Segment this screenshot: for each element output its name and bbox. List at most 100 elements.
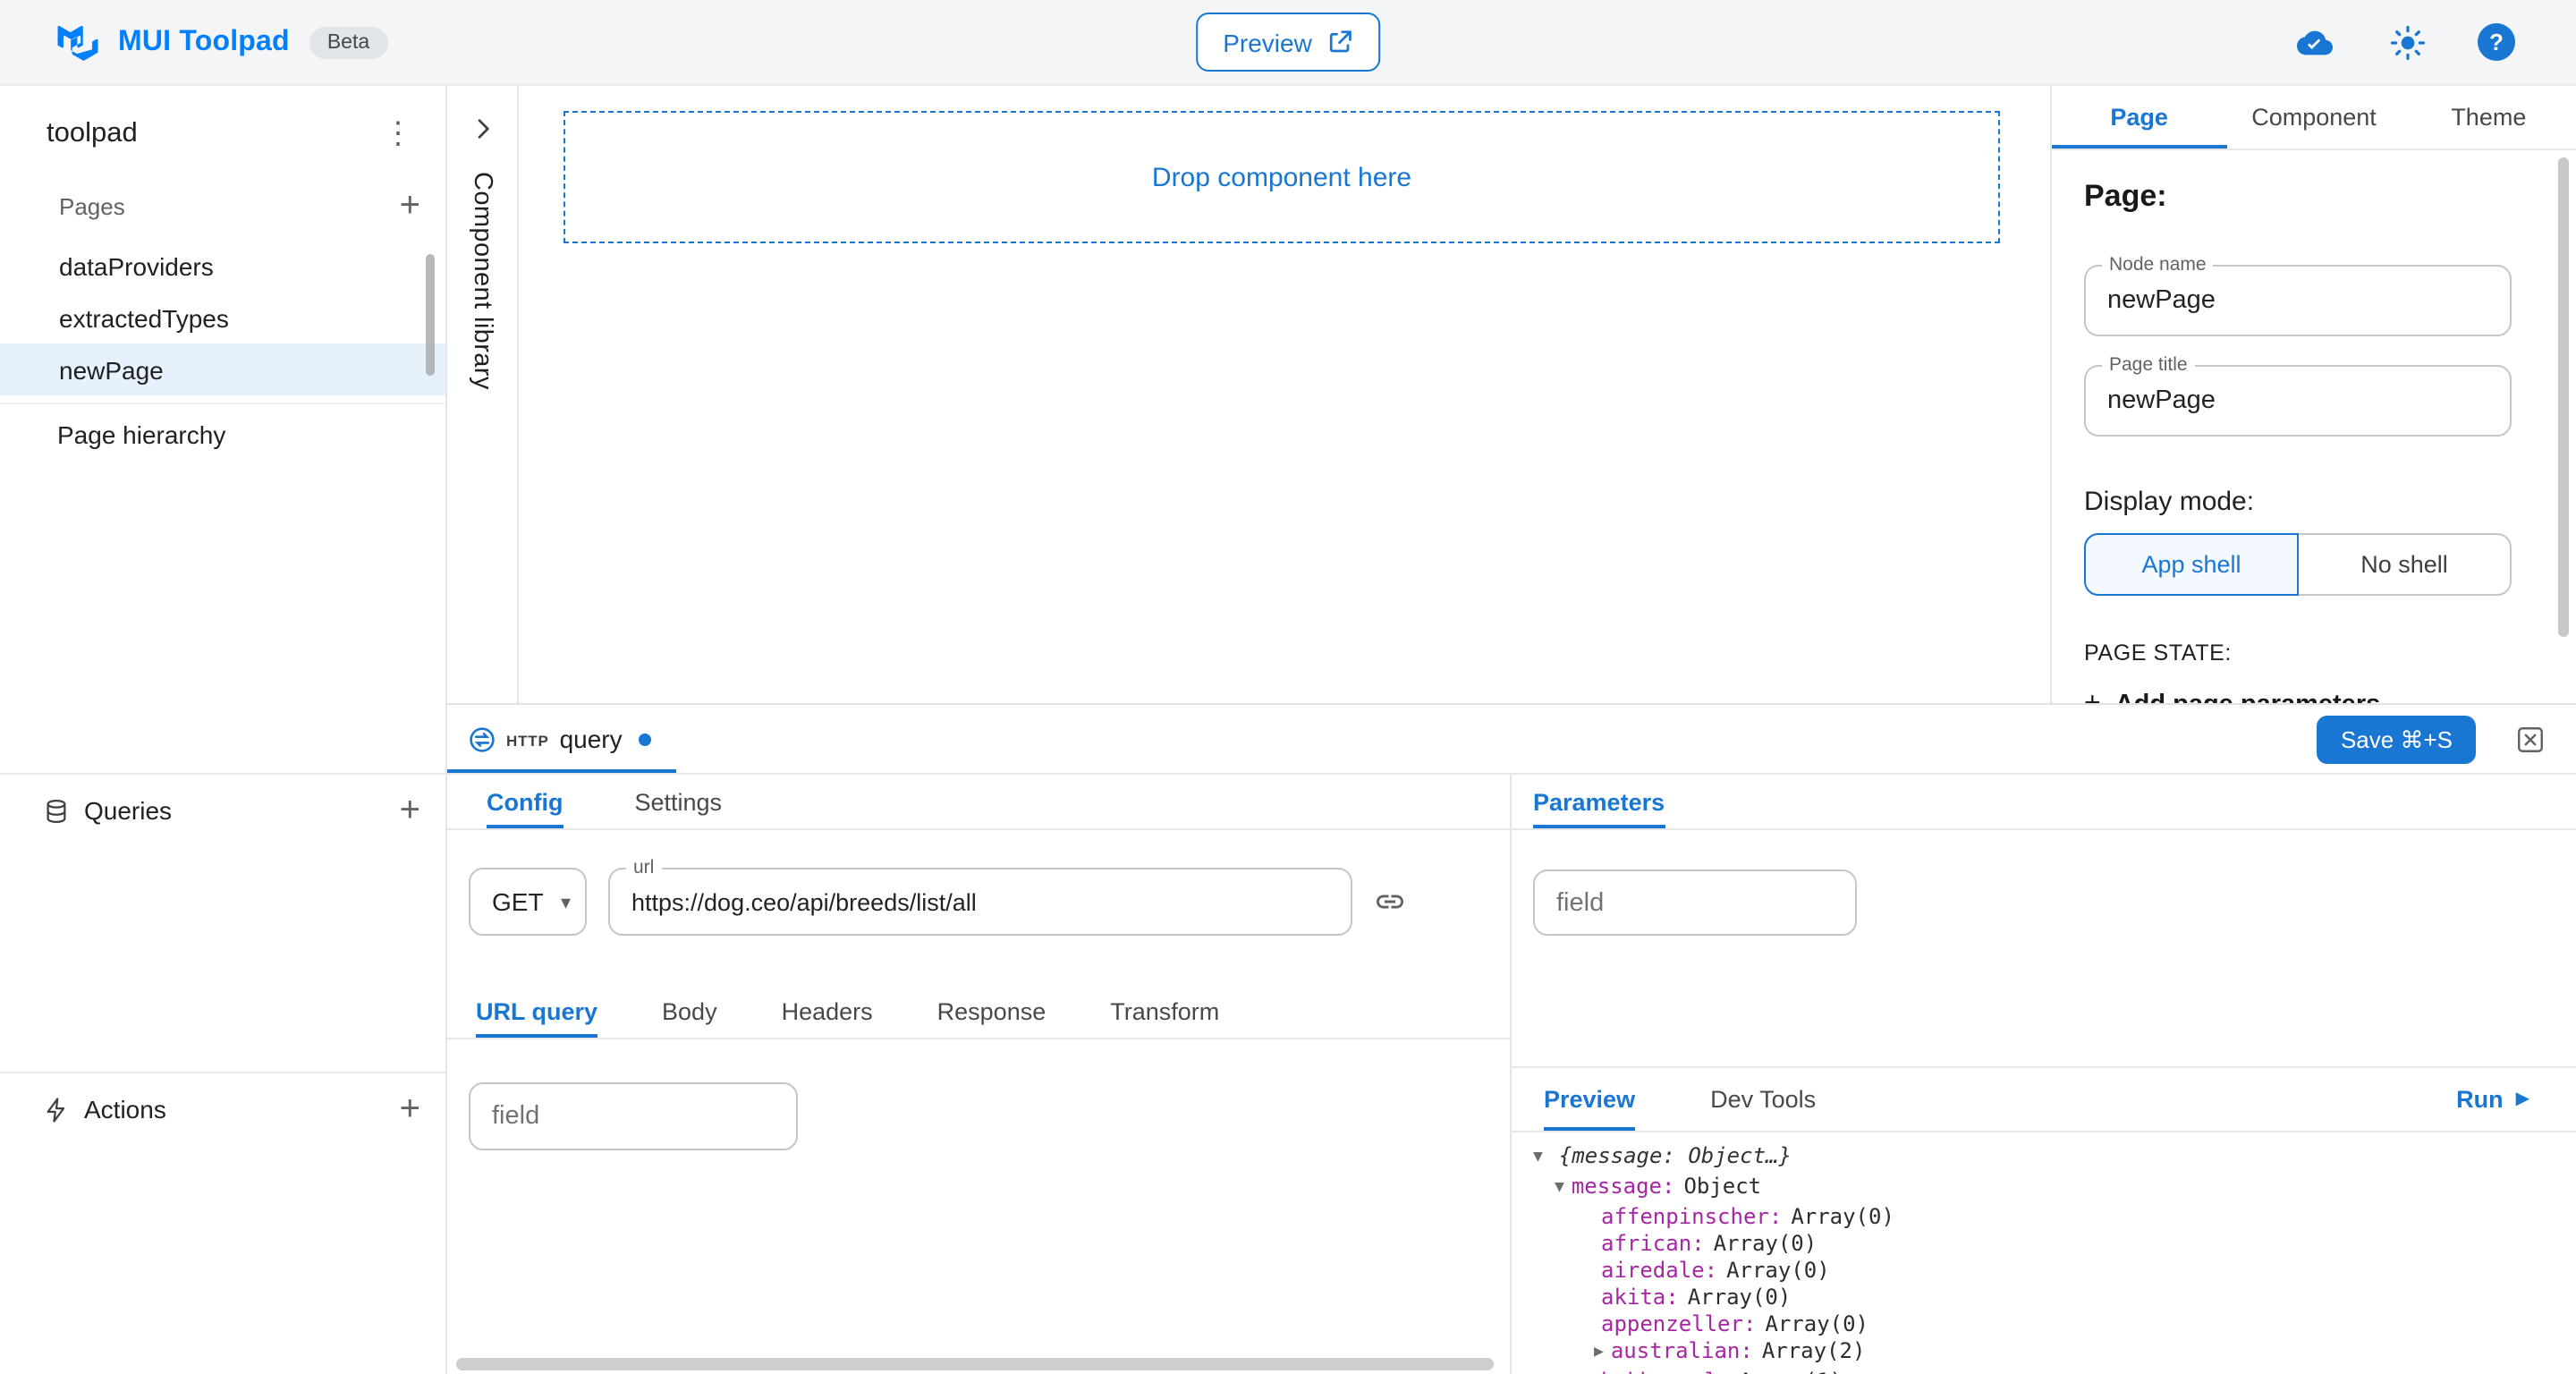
- run-button[interactable]: Run ▶: [2456, 1068, 2529, 1131]
- sidebar-item-extractedtypes[interactable]: extractedTypes: [0, 292, 445, 344]
- tab-url-query[interactable]: URL query: [476, 986, 597, 1038]
- expand-library-button[interactable]: [468, 114, 496, 143]
- tree-row[interactable]: ▼ message: Object: [1530, 1174, 2576, 1204]
- request-tabs: URL query Body Headers Response Transfor…: [447, 986, 1510, 1039]
- link-icon: [1374, 886, 1406, 918]
- tree-key: message:: [1572, 1174, 1675, 1199]
- tree-value: Array(2): [1762, 1338, 1866, 1363]
- url-input[interactable]: [610, 869, 1351, 934]
- inspector-scrollbar[interactable]: [2558, 157, 2569, 637]
- tree-arrow-icon[interactable]: ▼: [1555, 1175, 1564, 1202]
- tab-parameters[interactable]: Parameters: [1533, 775, 1665, 828]
- tab-settings[interactable]: Settings: [635, 775, 723, 828]
- copy-link-button[interactable]: [1374, 886, 1406, 918]
- add-page-button[interactable]: +: [400, 190, 420, 222]
- tree-key: affenpinscher:: [1601, 1204, 1782, 1229]
- tree-row[interactable]: akita:Array(0): [1530, 1285, 2576, 1311]
- query-tab-kind: HTTP: [506, 732, 549, 750]
- header-actions: ?: [2292, 22, 2515, 62]
- horizontal-scrollbar[interactable]: [456, 1358, 1494, 1370]
- queries-icon: [43, 797, 70, 824]
- url-query-field-input[interactable]: [470, 1084, 796, 1149]
- actions-section: Actions +: [0, 1072, 445, 1145]
- query-config-pane: Config Settings GET ▾ url: [447, 775, 1512, 1374]
- page-item-label: newPage: [59, 355, 164, 384]
- component-library-rail: Component library: [447, 86, 519, 703]
- preview-button[interactable]: Preview: [1196, 13, 1380, 72]
- tree-key: airedale:: [1601, 1258, 1717, 1283]
- parameters-field: [1533, 869, 1857, 936]
- tab-theme[interactable]: Theme: [2402, 86, 2576, 148]
- tree-row[interactable]: airedale:Array(0): [1530, 1258, 2576, 1285]
- method-value: GET: [492, 887, 544, 916]
- toggle-app-shell[interactable]: App shell: [2084, 533, 2299, 596]
- drop-zone-label: Drop component here: [1152, 162, 1411, 192]
- tab-component[interactable]: Component: [2226, 86, 2401, 148]
- tree-row[interactable]: affenpinscher: Array(0): [1530, 1204, 2576, 1231]
- tree-row[interactable]: ▼{message: Object…}: [1530, 1143, 2576, 1174]
- node-name-label: Node name: [2102, 254, 2214, 276]
- tree-key: bakharwal:: [1601, 1369, 1731, 1374]
- save-button[interactable]: Save ⌘+S: [2318, 716, 2476, 764]
- close-icon: [2517, 726, 2544, 753]
- tree-row[interactable]: bakharwal:Array(1): [1530, 1369, 2576, 1374]
- tab-config[interactable]: Config: [487, 775, 564, 828]
- pages-scrollbar[interactable]: [426, 254, 435, 376]
- add-query-button[interactable]: +: [400, 794, 420, 827]
- light-mode-icon[interactable]: [2388, 22, 2428, 62]
- tree-value: Array(0): [1791, 1204, 1894, 1229]
- tree-value: Array(0): [1688, 1285, 1792, 1310]
- add-page-parameters-button[interactable]: + Add page parameters: [2084, 689, 2512, 703]
- pages-section-label: Pages: [59, 192, 125, 219]
- project-menu-button[interactable]: ⋮: [383, 122, 413, 147]
- close-panel-button[interactable]: [2517, 726, 2544, 753]
- pages-list: dataProviders extractedTypes newPage: [0, 240, 445, 395]
- actions-label[interactable]: Actions: [84, 1095, 166, 1124]
- tab-body[interactable]: Body: [662, 986, 717, 1038]
- url-field: url: [608, 868, 1352, 936]
- queries-label[interactable]: Queries: [84, 796, 172, 825]
- tree-arrow-icon[interactable]: ▼: [1533, 1145, 1543, 1172]
- tree-key: african:: [1601, 1231, 1705, 1256]
- app-header: MUI Toolpad Beta Preview ?: [0, 0, 2576, 86]
- add-action-button[interactable]: +: [400, 1093, 420, 1125]
- run-label: Run: [2456, 1086, 2504, 1113]
- json-tree: ▼{message: Object…} ▼ message: Object affe…: [1512, 1132, 2576, 1374]
- tab-dev-tools[interactable]: Dev Tools: [1710, 1068, 1816, 1131]
- query-tab[interactable]: HTTP query: [447, 705, 676, 773]
- toggle-no-shell[interactable]: No shell: [2299, 533, 2512, 596]
- plus-icon: +: [2084, 689, 2101, 703]
- tab-transform[interactable]: Transform: [1110, 986, 1219, 1038]
- tab-response[interactable]: Response: [937, 986, 1046, 1038]
- method-select[interactable]: GET ▾: [469, 868, 587, 936]
- tree-row[interactable]: appenzeller:Array(0): [1530, 1311, 2576, 1338]
- tree-value: Object: [1683, 1174, 1761, 1199]
- tab-headers[interactable]: Headers: [782, 986, 873, 1038]
- tab-preview[interactable]: Preview: [1544, 1068, 1635, 1131]
- drop-zone[interactable]: Drop component here: [564, 111, 2000, 243]
- inspector-tabs: Page Component Theme: [2052, 86, 2576, 150]
- page-state-label: PAGE STATE:: [2084, 640, 2512, 666]
- inspector-heading: Page:: [2084, 179, 2512, 215]
- url-label: url: [626, 857, 661, 878]
- tree-row[interactable]: african:Array(0): [1530, 1231, 2576, 1258]
- sidebar-item-dataproviders[interactable]: dataProviders: [0, 240, 445, 292]
- tree-arrow-icon[interactable]: ▶: [1594, 1340, 1604, 1367]
- sidebar-item-newpage[interactable]: newPage: [0, 344, 445, 395]
- page-title-input[interactable]: [2086, 367, 2510, 435]
- mui-logo-icon: [57, 24, 98, 60]
- display-mode-toggle: App shell No shell: [2084, 533, 2512, 596]
- sidebar: toolpad ⋮ Pages + dataProviders extracte…: [0, 86, 447, 1374]
- node-name-input[interactable]: [2086, 267, 2510, 335]
- preview-button-label: Preview: [1223, 28, 1312, 56]
- project-name: toolpad: [47, 118, 138, 150]
- brand-group: MUI Toolpad Beta: [57, 24, 387, 60]
- tab-page[interactable]: Page: [2052, 86, 2226, 148]
- cloud-sync-icon[interactable]: [2292, 24, 2338, 60]
- tree-row[interactable]: ▶australian:Array(2): [1530, 1338, 2576, 1369]
- http-query-icon: [469, 725, 496, 752]
- caret-down-icon: ▾: [561, 890, 571, 913]
- help-icon[interactable]: ?: [2478, 23, 2515, 61]
- page-hierarchy-item[interactable]: Page hierarchy: [0, 403, 445, 465]
- parameters-field-input[interactable]: [1535, 871, 1855, 934]
